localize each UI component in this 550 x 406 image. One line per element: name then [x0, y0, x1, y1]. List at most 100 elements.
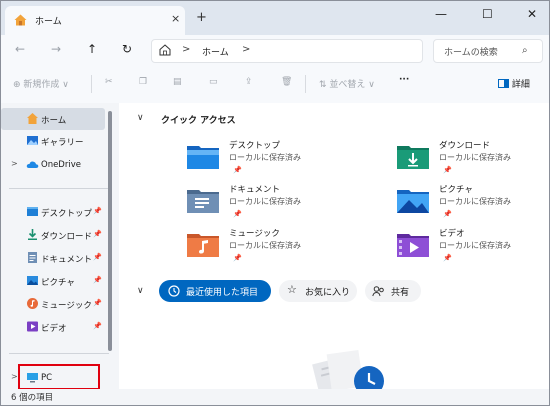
- item-count: 6 個の項目: [11, 393, 54, 403]
- home-icon: [27, 113, 38, 124]
- sidebar-scrollbar[interactable]: [108, 111, 112, 351]
- details-button-label: 詳細: [511, 80, 530, 90]
- pin-icon: 📌: [443, 210, 452, 218]
- minimize-button[interactable]: —: [435, 7, 447, 21]
- pin-icon[interactable]: 📌: [93, 276, 102, 284]
- pin-icon[interactable]: 📌: [93, 207, 102, 215]
- empty-state-illustration: [312, 349, 384, 389]
- breadcrumb-home[interactable]: ホーム: [202, 45, 229, 58]
- people-icon: [372, 286, 384, 297]
- up-button[interactable]: ↑: [87, 42, 97, 56]
- quick-item-videos[interactable]: ビデオ ローカルに保存済み 📌: [397, 227, 549, 271]
- sidebar-item-downloads[interactable]: ダウンロード 📌: [1, 224, 105, 246]
- shared-tab-button[interactable]: 共有: [365, 280, 421, 302]
- pin-icon: 📌: [233, 254, 242, 262]
- gallery-icon: [27, 136, 38, 145]
- quick-item-downloads[interactable]: ダウンロード ローカルに保存済み 📌: [397, 139, 549, 183]
- main-content: ∨ クイック アクセス デスクトップ ローカルに保存済み 📌 ダウンロード ロー…: [119, 103, 549, 389]
- sidebar-item-pictures[interactable]: ピクチャ 📌: [1, 270, 105, 292]
- new-button[interactable]: ⊕ 新規作成 ∨: [13, 77, 69, 90]
- address-bar[interactable]: > ホーム >: [151, 39, 423, 63]
- quick-access-header[interactable]: クイック アクセス: [161, 113, 236, 126]
- breadcrumb-separator[interactable]: >: [242, 44, 250, 55]
- sort-button[interactable]: ⇅ 並べ替え ∨: [319, 77, 375, 90]
- divider: [9, 353, 109, 354]
- title-bar: ホーム × + — ☐ ✕: [1, 1, 549, 35]
- sidebar-item-home[interactable]: ホーム: [1, 108, 105, 130]
- cut-icon[interactable]: ✂: [105, 77, 113, 87]
- sidebar-item-videos[interactable]: ビデオ 📌: [1, 316, 105, 338]
- tab-home[interactable]: ホーム ×: [5, 6, 185, 35]
- recent-tab-button[interactable]: 最近使用した項目: [159, 280, 271, 302]
- file-explorer-window: ホーム × + — ☐ ✕ ← → ↑ ↻ > ホーム > ホームの検索 ⌕ ⊕…: [0, 0, 550, 406]
- divider: [305, 75, 306, 93]
- delete-icon[interactable]: 🗑: [281, 77, 292, 87]
- details-button[interactable]: 詳細: [498, 77, 530, 90]
- cloud-icon: [26, 161, 39, 168]
- pin-icon[interactable]: 📌: [93, 299, 102, 307]
- breadcrumb-separator[interactable]: >: [182, 44, 190, 55]
- more-options-button[interactable]: ···: [399, 75, 409, 85]
- copy-icon[interactable]: ❐: [139, 77, 147, 87]
- highlight-box: [18, 364, 100, 390]
- sidebar-item-gallery[interactable]: ギャラリー: [1, 130, 105, 152]
- documents-folder-icon: [187, 190, 219, 213]
- desktop-folder-icon: [187, 146, 219, 169]
- pin-icon[interactable]: 📌: [93, 253, 102, 261]
- back-button[interactable]: ←: [15, 42, 25, 56]
- favorites-tab-button[interactable]: ☆ お気に入り: [279, 280, 357, 302]
- quick-item-music[interactable]: ミュージック ローカルに保存済み 📌: [187, 227, 387, 271]
- rename-icon[interactable]: ▭: [209, 77, 218, 87]
- expand-chevron-icon[interactable]: >: [11, 159, 18, 168]
- pin-icon: 📌: [233, 166, 242, 174]
- navigation-bar: ← → ↑ ↻ > ホーム > ホームの検索 ⌕: [1, 35, 549, 65]
- share-icon[interactable]: ⇪: [245, 77, 253, 87]
- downloads-folder-icon: [397, 146, 429, 169]
- download-icon: [28, 229, 37, 240]
- maximize-button[interactable]: ☐: [482, 7, 493, 21]
- collapse-chevron-icon[interactable]: ∨: [137, 113, 144, 123]
- desktop-icon: [27, 207, 38, 216]
- paste-icon[interactable]: ▤: [173, 77, 182, 87]
- quick-item-desktop[interactable]: デスクトップ ローカルに保存済み 📌: [187, 139, 387, 183]
- document-icon: [28, 252, 37, 263]
- sidebar-item-documents[interactable]: ドキュメント 📌: [1, 247, 105, 269]
- pictures-icon: [27, 276, 38, 285]
- music-folder-icon: [187, 234, 219, 257]
- star-icon: ☆: [287, 283, 297, 296]
- sidebar-item-music[interactable]: ミュージック 📌: [1, 293, 105, 315]
- pin-icon[interactable]: 📌: [93, 230, 102, 238]
- sidebar-item-desktop[interactable]: デスクトップ 📌: [1, 201, 105, 223]
- close-tab-icon[interactable]: ×: [171, 12, 180, 25]
- collapse-chevron-icon[interactable]: ∨: [137, 286, 144, 296]
- quick-item-pictures[interactable]: ピクチャ ローカルに保存済み 📌: [397, 183, 549, 227]
- sort-button-label: 並べ替え: [329, 80, 366, 90]
- new-tab-button[interactable]: +: [196, 10, 207, 25]
- pin-icon: 📌: [443, 254, 452, 262]
- tab-title: ホーム: [35, 17, 62, 27]
- close-window-button[interactable]: ✕: [527, 7, 537, 21]
- video-icon: [27, 321, 38, 332]
- pin-icon: 📌: [443, 166, 452, 174]
- search-icon: ⌕: [522, 45, 528, 56]
- search-input[interactable]: ホームの検索: [444, 45, 498, 58]
- home-outline-icon: [159, 44, 171, 56]
- new-button-label: 新規作成: [23, 80, 60, 90]
- status-bar: 6 個の項目: [1, 389, 549, 405]
- command-bar: ⊕ 新規作成 ∨ ✂ ❐ ▤ ▭ ⇪ 🗑 ⇅ 並べ替え ∨ ··· 詳細: [1, 65, 549, 104]
- refresh-button[interactable]: ↻: [122, 42, 132, 56]
- forward-button[interactable]: →: [51, 42, 61, 56]
- home-icon: [14, 14, 27, 26]
- navigation-pane: ホーム ギャラリー > OneDrive デスクトップ 📌 ダウンロード 📌 ド…: [1, 103, 119, 389]
- details-pane-icon: [498, 79, 509, 88]
- sidebar-item-onedrive[interactable]: > OneDrive: [1, 154, 105, 176]
- search-box[interactable]: ホームの検索 ⌕: [433, 39, 543, 63]
- divider: [9, 188, 109, 189]
- divider: [91, 75, 92, 93]
- pictures-folder-icon: [397, 190, 429, 213]
- expand-chevron-icon[interactable]: >: [11, 372, 18, 381]
- pin-icon: 📌: [233, 210, 242, 218]
- pin-icon[interactable]: 📌: [93, 322, 102, 330]
- quick-item-documents[interactable]: ドキュメント ローカルに保存済み 📌: [187, 183, 387, 227]
- clock-icon: [168, 285, 180, 297]
